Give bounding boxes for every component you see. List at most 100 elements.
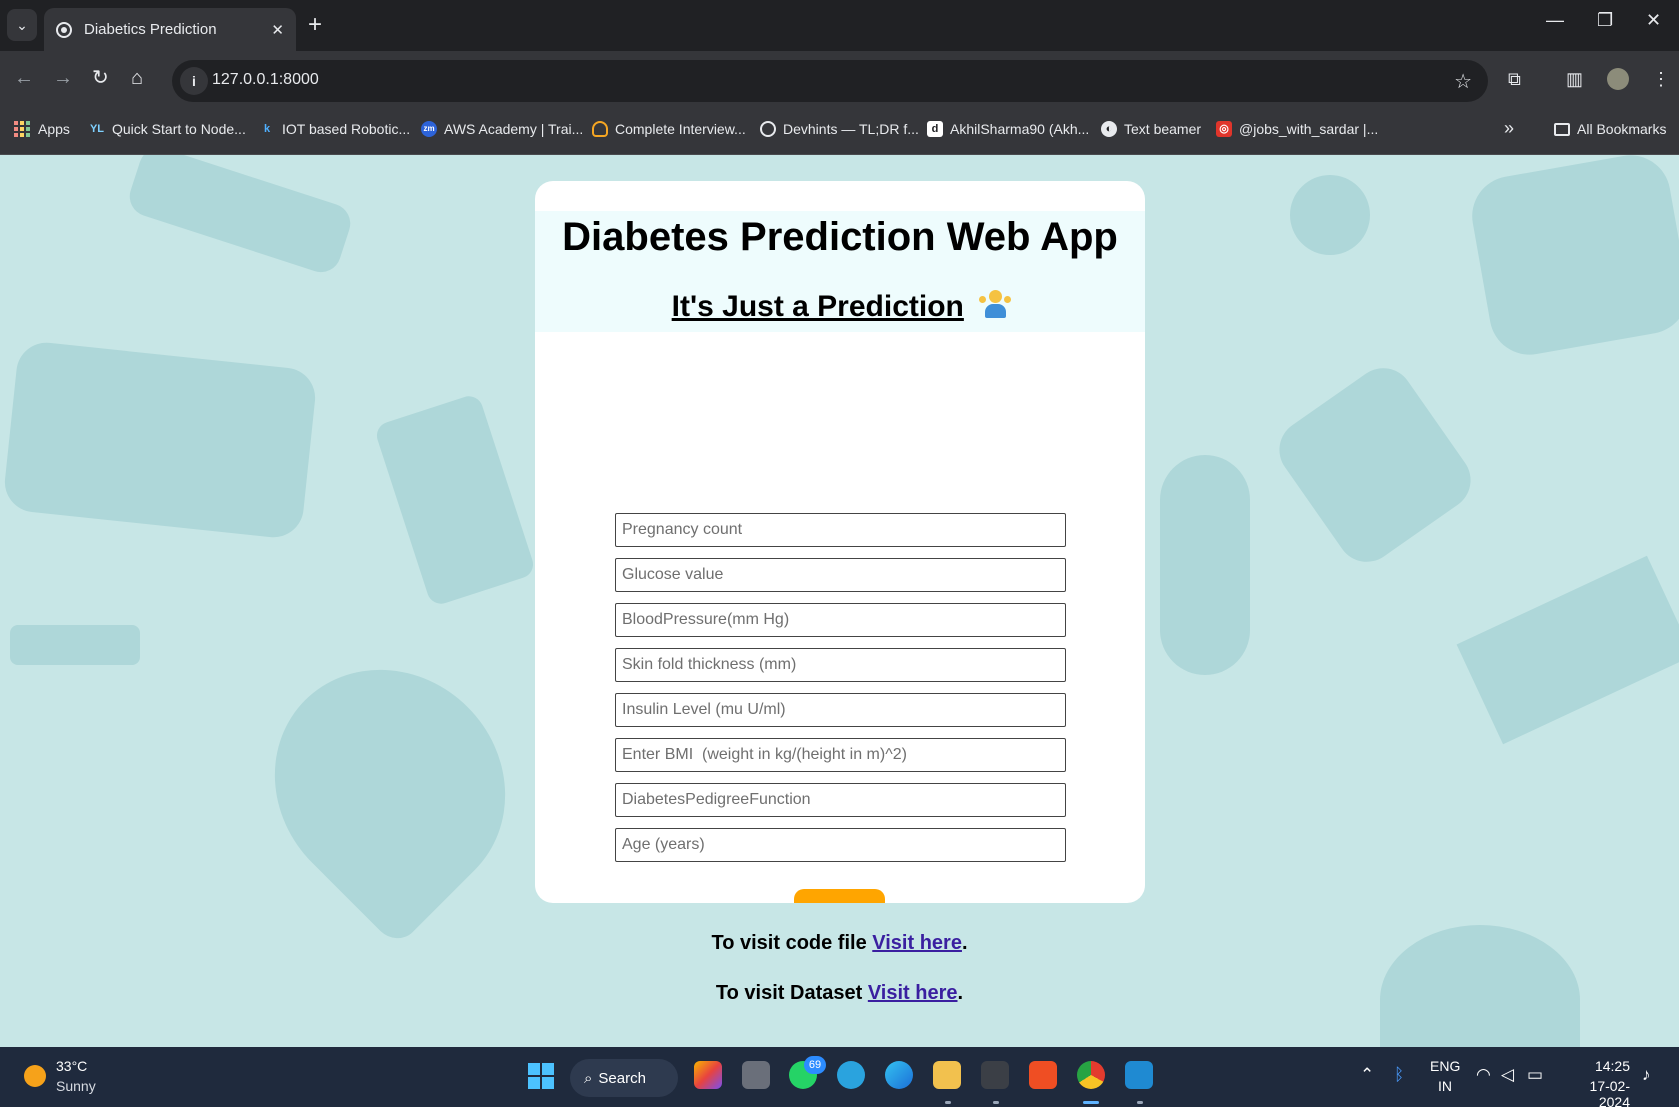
pill-round-decoration — [1290, 175, 1370, 255]
bluetooth-icon[interactable]: ᛒ — [1394, 1065, 1404, 1085]
subtitle-row: It's Just a Prediction — [535, 290, 1145, 324]
bookmark-star-icon[interactable]: ☆ — [1454, 69, 1472, 94]
pregnancy-count-input[interactable] — [615, 513, 1066, 547]
blood-pressure-input[interactable] — [615, 603, 1066, 637]
running-indicator — [993, 1101, 999, 1104]
pill-box-decoration — [1, 339, 319, 541]
clock-date[interactable]: 17-02-2024 — [1560, 1078, 1630, 1107]
apps-grid-icon — [14, 121, 30, 137]
whatsapp-notification-badge: 69 — [804, 1056, 826, 1074]
bookmarks-bar: Apps YL Quick Start to Node... k IOT bas… — [0, 109, 1679, 155]
restore-icon[interactable]: ❐ — [1597, 10, 1613, 31]
notification-bell-icon[interactable]: ♪ — [1642, 1065, 1651, 1085]
bookmark-label: Devhints — TL;DR f... — [783, 121, 919, 137]
glucose-input[interactable] — [615, 558, 1066, 592]
openai-logo-icon — [760, 121, 776, 137]
more-bookmarks-chevron-icon[interactable]: » — [1504, 118, 1514, 139]
tray-overflow-chevron-icon[interactable]: ⌃ — [1360, 1065, 1374, 1085]
code-file-text: To visit code file — [711, 932, 873, 954]
taskbar: 33°C Sunny ⌕ Search 69 ⌃ ᛒ ENG IN ◠ ◁ ▭ … — [0, 1047, 1679, 1107]
bookmark-item[interactable]: zm AWS Academy | Trai... — [421, 121, 583, 137]
tab-title: Diabetics Prediction — [84, 21, 217, 38]
all-bookmarks-label: All Bookmarks — [1577, 121, 1667, 137]
bookmark-item[interactable]: ◐ Text beamer — [1101, 121, 1201, 137]
back-arrow-icon[interactable]: ← — [14, 67, 34, 89]
edge-browser-icon[interactable] — [885, 1061, 913, 1089]
address-bar[interactable]: i 127.0.0.1:8000 ☆ — [172, 60, 1488, 102]
taskbar-search-button[interactable]: ⌕ Search — [570, 1059, 678, 1097]
profile-avatar[interactable] — [1607, 68, 1629, 90]
home-icon[interactable]: ⌂ — [131, 67, 143, 89]
skin-thickness-input[interactable] — [615, 648, 1066, 682]
all-bookmarks-folder[interactable]: All Bookmarks — [1554, 121, 1666, 137]
brave-browser-icon[interactable] — [1029, 1061, 1057, 1089]
folder-icon — [1554, 122, 1570, 136]
sun-weather-icon[interactable] — [24, 1065, 46, 1087]
active-app-indicator — [1083, 1101, 1099, 1104]
battery-icon[interactable]: ▭ — [1527, 1065, 1543, 1085]
bmi-input[interactable] — [615, 738, 1066, 772]
close-window-icon[interactable]: ✕ — [1646, 10, 1661, 31]
task-view-icon[interactable] — [742, 1061, 770, 1089]
copilot-app-icon[interactable] — [694, 1061, 722, 1089]
close-tab-icon[interactable]: ✕ — [271, 21, 284, 39]
bookmark-item[interactable]: d AkhilSharma90 (Akh... — [927, 121, 1089, 137]
bookmark-item[interactable]: YL Quick Start to Node... — [89, 121, 246, 137]
age-input[interactable] — [615, 828, 1066, 862]
bookmark-item[interactable]: ◎ @jobs_with_sardar |... — [1216, 121, 1378, 137]
reload-icon[interactable]: ↻ — [92, 67, 109, 89]
medicine-bottle-decoration — [373, 392, 537, 608]
browser-tab-active[interactable]: Diabetics Prediction ✕ — [44, 8, 296, 51]
k-logo-icon: k — [263, 123, 271, 135]
page-title: Diabetes Prediction Web App — [562, 215, 1118, 259]
language-indicator[interactable]: ENG — [1430, 1058, 1460, 1074]
bookmark-apps[interactable]: Apps — [14, 121, 70, 137]
new-tab-plus-icon[interactable]: + — [308, 11, 322, 39]
predict-button[interactable]: Predict — [794, 889, 885, 903]
bookmark-label: @jobs_with_sardar |... — [1239, 121, 1379, 137]
globe-icon — [56, 21, 72, 38]
bookmark-label: AWS Academy | Trai... — [444, 121, 584, 137]
cup-decoration — [1465, 155, 1679, 361]
bookmark-item[interactable]: Complete Interview... — [592, 121, 746, 137]
bookmark-item[interactable]: k IOT based Robotic... — [259, 121, 410, 137]
url-text[interactable]: 127.0.0.1:8000 — [212, 71, 319, 89]
telegram-app-icon[interactable] — [837, 1061, 865, 1089]
instagram-logo-icon: ◎ — [1216, 121, 1232, 137]
zm-logo-icon: zm — [421, 121, 437, 137]
tab-strip: ⌄ Diabetics Prediction ✕ + — ❐ ✕ — [0, 0, 1679, 51]
yl-logo-icon: YL — [89, 123, 105, 135]
terminal-app-icon[interactable] — [981, 1061, 1009, 1089]
dataset-text: To visit Dataset — [715, 982, 868, 1004]
tab-search-chevron-icon[interactable]: ⌄ — [7, 9, 37, 41]
insulin-input[interactable] — [615, 693, 1066, 727]
vscode-app-icon[interactable] — [1125, 1061, 1153, 1089]
bookmark-item[interactable]: Devhints — TL;DR f... — [760, 121, 919, 137]
search-icon: ⌕ — [584, 1069, 593, 1087]
minimize-icon[interactable]: — — [1546, 10, 1564, 31]
side-panel-icon[interactable]: ▥ — [1566, 69, 1583, 90]
bookmark-label: Quick Start to Node... — [112, 121, 246, 137]
dataset-link[interactable]: Visit here — [868, 982, 958, 1004]
volume-icon[interactable]: ◁ — [1501, 1065, 1514, 1085]
search-label: Search — [598, 1069, 646, 1087]
site-info-icon[interactable]: i — [180, 67, 208, 95]
menu-kebab-icon[interactable]: ⋮ — [1652, 69, 1670, 90]
bookmark-label: Text beamer — [1124, 121, 1202, 137]
region-indicator[interactable]: IN — [1430, 1078, 1460, 1094]
chrome-browser-icon[interactable] — [1077, 1061, 1105, 1089]
weather-description[interactable]: Sunny — [56, 1078, 96, 1094]
forward-arrow-icon[interactable]: → — [53, 67, 73, 89]
running-indicator — [1137, 1101, 1143, 1104]
bookmark-label: AkhilSharma90 (Akh... — [950, 121, 1090, 137]
period-text: . — [961, 932, 968, 954]
file-explorer-icon[interactable] — [933, 1061, 961, 1089]
code-file-link[interactable]: Visit here — [872, 932, 962, 954]
extensions-puzzle-icon[interactable]: ⧉ — [1508, 69, 1521, 90]
wifi-icon[interactable]: ◠ — [1476, 1065, 1491, 1085]
browser-toolbar: ← → ↻ ⌂ i 127.0.0.1:8000 ☆ ⧉ ▥ ⋮ — [0, 51, 1679, 109]
windows-start-icon[interactable] — [528, 1063, 554, 1089]
pedigree-function-input[interactable] — [615, 783, 1066, 817]
weather-temperature[interactable]: 33°C — [56, 1058, 87, 1074]
clock-time[interactable]: 14:25 — [1560, 1058, 1630, 1074]
